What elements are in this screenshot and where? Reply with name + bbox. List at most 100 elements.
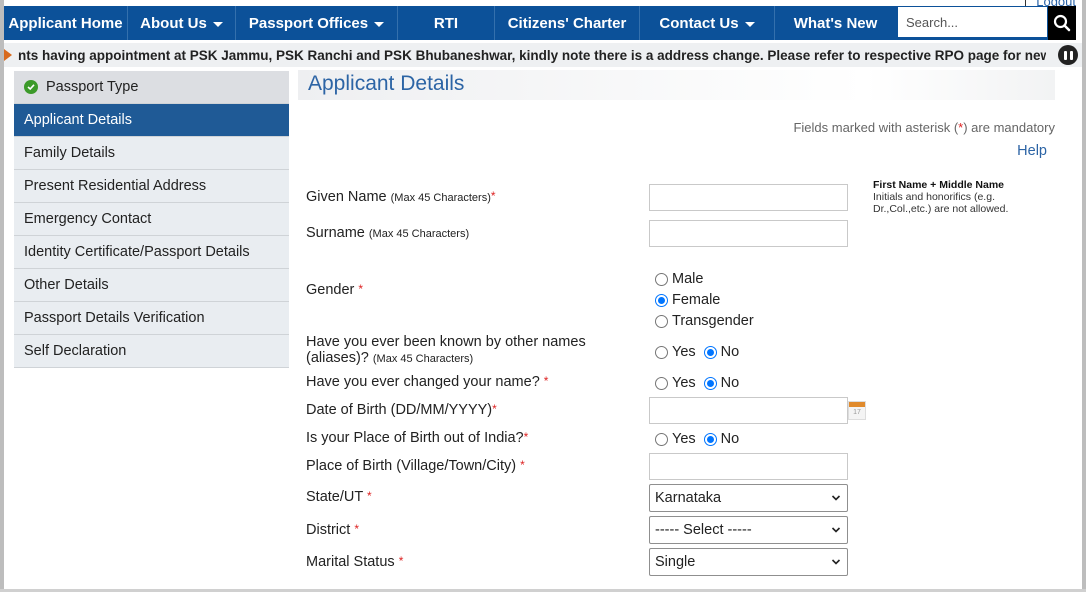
label-text: Have you ever changed your name? <box>306 374 540 390</box>
sidebar-item-emergency-contact[interactable]: Emergency Contact <box>14 203 289 236</box>
state-select[interactable]: Karnataka <box>649 484 848 512</box>
check-circle-icon <box>24 80 38 94</box>
changed-name-option-no[interactable]: No <box>703 375 739 391</box>
note-text: ) are mandatory <box>963 120 1055 135</box>
label-text: Place of Birth (Village/Town/City) <box>306 458 517 474</box>
nav-about-us[interactable]: About Us <box>128 6 236 40</box>
calendar-day: 17 <box>853 409 861 416</box>
option-label: No <box>720 344 740 360</box>
given-name-input[interactable] <box>650 185 847 210</box>
dob-input[interactable] <box>650 398 847 423</box>
calendar-icon[interactable]: 17 <box>848 401 866 420</box>
label-text: State/UT <box>306 489 363 505</box>
given-name-field <box>649 184 848 211</box>
sidebar-item-passport-type[interactable]: Passport Type <box>14 71 289 104</box>
changed-name-option-yes[interactable]: Yes <box>655 375 696 391</box>
caret-down-icon <box>212 21 223 27</box>
pob-input[interactable] <box>650 454 847 479</box>
search-button[interactable] <box>1048 6 1076 40</box>
radio-no[interactable] <box>703 432 717 446</box>
label-text: Have you ever been known by other names <box>306 334 586 350</box>
search-input[interactable] <box>898 7 1047 37</box>
changed-name-radio-group: Yes No <box>655 375 747 391</box>
sidebar-item-identity-certificate[interactable]: Identity Certificate/Passport Details <box>14 236 289 269</box>
given-name-label: Given Name (Max 45 Characters)* <box>306 189 496 205</box>
dob-field <box>649 397 848 424</box>
radio-no[interactable] <box>703 376 717 390</box>
selected-value: Single <box>655 554 696 570</box>
nav-label: What's New <box>793 14 878 32</box>
sidebar-item-label: Self Declaration <box>24 343 127 359</box>
sidebar-item-label: Family Details <box>24 145 116 161</box>
ticker-text[interactable]: nts having appointment at PSK Jammu, PSK… <box>18 48 1046 63</box>
district-label: District * <box>306 522 359 538</box>
sidebar-item-applicant-details[interactable]: Applicant Details <box>14 104 289 137</box>
changed-name-label: Have you ever changed your name? * <box>306 374 548 390</box>
step-sidebar: Passport Type Applicant Details Family D… <box>14 71 289 368</box>
radio-male[interactable] <box>655 272 668 286</box>
window-scrollbar-track[interactable] <box>1082 0 1086 592</box>
news-ticker: nts having appointment at PSK Jammu, PSK… <box>4 43 1082 67</box>
sidebar-item-label: Other Details <box>24 277 109 293</box>
pob-outside-radio-group: Yes No <box>655 431 747 447</box>
radio-yes[interactable] <box>655 345 668 359</box>
option-label: Female <box>672 292 721 308</box>
radio-yes[interactable] <box>655 432 668 446</box>
option-label: Yes <box>672 431 696 447</box>
surname-label: Surname (Max 45 Characters) <box>306 225 469 241</box>
note-text: Fields marked with asterisk ( <box>793 120 959 135</box>
nav-passport-offices[interactable]: Passport Offices <box>236 6 398 40</box>
main-panel: Applicant Details Fields marked with ast… <box>298 70 1055 159</box>
gender-option-male[interactable]: Male <box>655 271 703 287</box>
radio-no[interactable] <box>703 345 717 359</box>
caret-down-icon <box>744 21 755 27</box>
selected-value: ----- Select ----- <box>655 522 752 538</box>
required-asterisk: * <box>520 458 525 472</box>
mandatory-note: Fields marked with asterisk (*) are mand… <box>793 120 1055 135</box>
sidebar-item-label: Present Residential Address <box>24 178 207 194</box>
surname-input[interactable] <box>650 221 847 246</box>
marital-status-select[interactable]: Single <box>649 548 848 576</box>
district-select[interactable]: ----- Select ----- <box>649 516 848 544</box>
required-asterisk: * <box>523 430 529 444</box>
sidebar-item-label: Passport Type <box>46 79 139 95</box>
nav-citizens-charter[interactable]: Citizens' Charter <box>495 6 640 40</box>
radio-yes[interactable] <box>655 376 668 390</box>
nav-label: Applicant Home <box>8 14 123 32</box>
nav-applicant-home[interactable]: Applicant Home <box>4 6 128 40</box>
gender-option-transgender[interactable]: Transgender <box>655 313 754 329</box>
page-title: Applicant Details <box>308 72 465 95</box>
surname-field <box>649 220 848 247</box>
help-link[interactable]: Help <box>1017 143 1047 159</box>
required-asterisk: * <box>398 554 404 568</box>
sidebar-item-family-details[interactable]: Family Details <box>14 137 289 170</box>
gender-option-female[interactable]: Female <box>655 292 720 308</box>
gender-label: Gender * <box>306 282 363 298</box>
sidebar-item-passport-verification[interactable]: Passport Details Verification <box>14 302 289 335</box>
title-bar: Applicant Details <box>298 70 1055 100</box>
ticker-arrow-icon <box>4 49 12 61</box>
option-label: Yes <box>672 344 696 360</box>
pob-label: Place of Birth (Village/Town/City) * <box>306 458 525 474</box>
sidebar-item-self-declaration[interactable]: Self Declaration <box>14 335 289 368</box>
radio-female[interactable] <box>655 293 668 307</box>
nav-whats-new[interactable]: What's New <box>775 6 896 40</box>
aliases-label: Have you ever been known by other names(… <box>306 334 586 367</box>
nav-rti[interactable]: RTI <box>398 6 495 40</box>
radio-transgender[interactable] <box>655 314 668 328</box>
caret-down-icon <box>374 21 385 27</box>
sidebar-item-present-address[interactable]: Present Residential Address <box>14 170 289 203</box>
required-asterisk: * <box>543 374 549 388</box>
sidebar-item-other-details[interactable]: Other Details <box>14 269 289 302</box>
pob-outside-option-no[interactable]: No <box>703 431 739 447</box>
window-left-border <box>0 0 4 592</box>
selected-value: Karnataka <box>655 490 722 506</box>
sidebar-item-label: Identity Certificate/Passport Details <box>24 244 250 260</box>
sidebar-item-label: Applicant Details <box>24 112 132 128</box>
aliases-option-yes[interactable]: Yes <box>655 344 696 360</box>
option-label: Male <box>672 271 704 287</box>
pause-icon[interactable] <box>1058 45 1078 65</box>
pob-outside-option-yes[interactable]: Yes <box>655 431 696 447</box>
aliases-option-no[interactable]: No <box>703 344 740 360</box>
nav-contact-us[interactable]: Contact Us <box>640 6 775 40</box>
